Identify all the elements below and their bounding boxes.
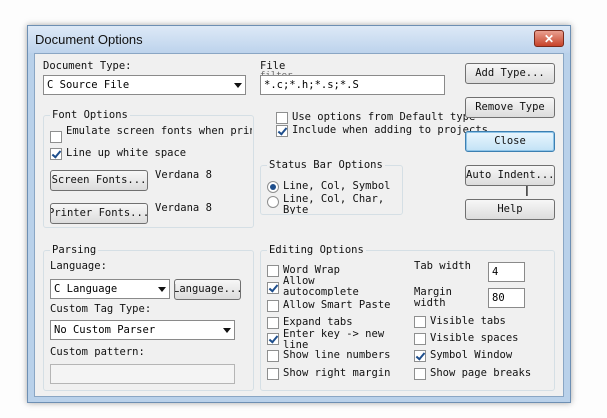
- chevron-down-icon: [223, 328, 231, 333]
- show-right-margin-label: Show right margin: [283, 367, 391, 379]
- emulate-fonts-checkbox[interactable]: [50, 131, 62, 143]
- visible-spaces-checkbox[interactable]: [414, 333, 426, 345]
- text-cursor-icon: I: [525, 185, 529, 200]
- chevron-down-icon: [158, 287, 166, 292]
- custom-pattern-input[interactable]: [50, 364, 235, 384]
- printer-font-value: Verdana 8: [155, 202, 212, 214]
- visible-spaces-label: Visible spaces: [430, 332, 519, 344]
- language-label: Language:: [50, 260, 107, 272]
- screen-font-value: Verdana 8: [155, 169, 212, 181]
- symbol-window-label: Symbol Window: [430, 349, 513, 361]
- show-line-numbers-label: Show line numbers: [283, 349, 391, 361]
- status-line-col-char-radio[interactable]: [267, 196, 279, 208]
- allow-smart-paste-checkbox[interactable]: [267, 300, 279, 312]
- use-default-options-label: Use options from Default type: [292, 111, 476, 123]
- visible-tabs-checkbox[interactable]: [414, 316, 426, 328]
- expand-tabs-checkbox[interactable]: [267, 317, 279, 329]
- editing-options-title: Editing Options: [267, 244, 366, 256]
- language-button[interactable]: Language...: [174, 279, 241, 300]
- use-default-options-checkbox[interactable]: [276, 112, 288, 124]
- document-options-dialog: Document Options ✕ Document Type: C Sour…: [27, 25, 571, 403]
- language-select[interactable]: C Language: [50, 279, 170, 299]
- dialog-body: Document Type: C Source File File filter…: [34, 53, 564, 397]
- tab-width-input[interactable]: 4: [488, 262, 525, 282]
- show-line-numbers-checkbox[interactable]: [267, 350, 279, 362]
- add-type-button[interactable]: Add Type...: [465, 63, 555, 84]
- expand-tabs-label: Expand tabs: [283, 316, 353, 328]
- status-bar-options-title: Status Bar Options: [267, 159, 385, 171]
- enter-key-newline-checkbox[interactable]: [267, 333, 279, 345]
- document-type-select[interactable]: C Source File: [43, 75, 246, 95]
- font-options-title: Font Options: [50, 109, 130, 121]
- show-page-breaks-checkbox[interactable]: [414, 368, 426, 380]
- close-button[interactable]: Close: [465, 131, 555, 152]
- margin-width-label: Margin width: [414, 287, 452, 307]
- close-icon[interactable]: ✕: [534, 30, 564, 47]
- custom-tag-type-select[interactable]: No Custom Parser: [50, 320, 235, 340]
- custom-pattern-label: Custom pattern:: [50, 346, 145, 358]
- word-wrap-checkbox[interactable]: [267, 265, 279, 277]
- tab-width-label: Tab width: [414, 261, 471, 272]
- remove-type-button[interactable]: Remove Type: [465, 97, 555, 118]
- chevron-down-icon: [234, 83, 242, 88]
- margin-width-input[interactable]: 80: [488, 288, 525, 308]
- line-up-whitespace-checkbox[interactable]: [50, 148, 62, 160]
- include-projects-checkbox[interactable]: [276, 125, 288, 137]
- language-button-label: Language...: [174, 283, 241, 295]
- allow-autocomplete-checkbox[interactable]: [267, 282, 279, 294]
- include-projects-label: Include when adding to projects: [292, 124, 488, 136]
- auto-indent-button[interactable]: Auto Indent...: [465, 165, 555, 186]
- dialog-title: Document Options: [35, 32, 143, 47]
- printer-fonts-button[interactable]: Printer Fonts...: [50, 203, 148, 224]
- parsing-title: Parsing: [50, 244, 99, 256]
- language-value: C Language: [54, 283, 118, 295]
- show-page-breaks-label: Show page breaks: [430, 367, 532, 379]
- document-type-value: C Source File: [47, 79, 130, 91]
- status-line-col-char-label: Line, Col, Char, Byte: [283, 194, 385, 214]
- visible-tabs-label: Visible tabs: [430, 315, 506, 327]
- document-type-label: Document Type:: [43, 60, 132, 72]
- show-right-margin-checkbox[interactable]: [267, 368, 279, 380]
- word-wrap-label: Word Wrap: [283, 264, 340, 276]
- custom-tag-type-label: Custom Tag Type:: [50, 303, 152, 315]
- title-bar[interactable]: Document Options ✕: [28, 26, 570, 53]
- status-line-col-symbol-radio[interactable]: [267, 181, 279, 193]
- custom-tag-type-value: No Custom Parser: [54, 324, 156, 336]
- line-up-whitespace-label: Line up white space: [66, 147, 187, 159]
- emulate-fonts-label: Emulate screen fonts when printing: [66, 125, 252, 137]
- printer-fonts-label: Printer Fonts...: [50, 207, 148, 219]
- file-filter-input[interactable]: *.c;*.h;*.s;*.S: [260, 75, 445, 95]
- status-line-col-symbol-label: Line, Col, Symbol: [283, 180, 391, 192]
- allow-smart-paste-label: Allow Smart Paste: [283, 299, 391, 311]
- help-button[interactable]: Help: [465, 199, 555, 220]
- symbol-window-checkbox[interactable]: [414, 350, 426, 362]
- allow-autocomplete-label: Allow autocomplete: [283, 276, 359, 296]
- screen-fonts-button[interactable]: Screen Fonts...: [50, 170, 148, 191]
- enter-key-newline-label: Enter key -> new line: [283, 329, 385, 349]
